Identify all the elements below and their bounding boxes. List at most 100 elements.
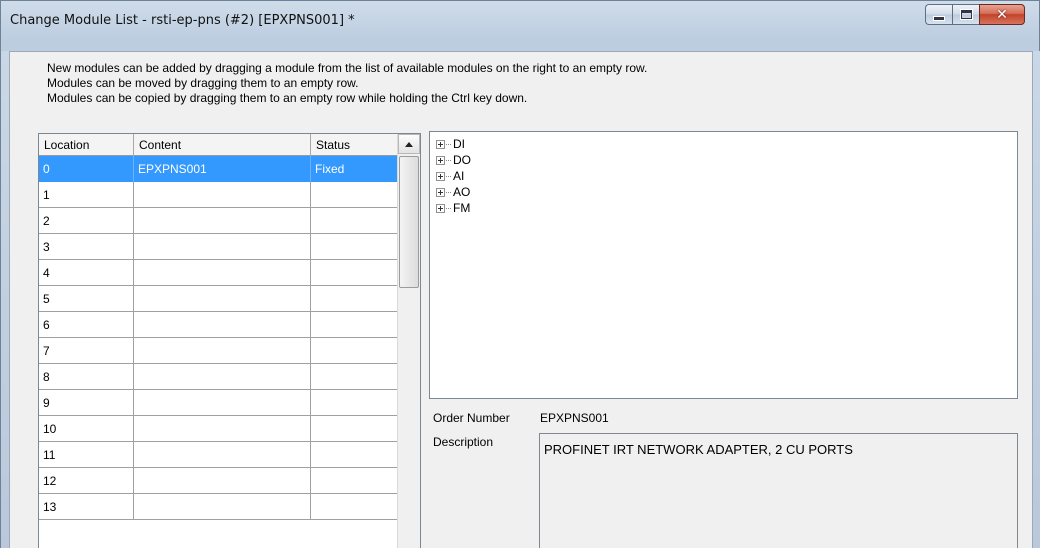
cell-location[interactable]: 11 <box>39 442 134 468</box>
cell-location[interactable]: 0 <box>39 156 134 182</box>
tree-node-label[interactable]: DI <box>453 137 465 151</box>
grid-vertical-scrollbar[interactable] <box>397 134 420 548</box>
minimize-icon <box>934 16 944 20</box>
window-border-right <box>1033 51 1040 548</box>
module-location-grid[interactable]: Location Content Status 0 EPXPNS001 Fixed 1… <box>38 133 421 548</box>
tree-connector <box>446 143 451 145</box>
close-button[interactable]: ✕ <box>979 4 1025 25</box>
cell-location[interactable]: 13 <box>39 494 134 520</box>
description-value: PROFINET IRT NETWORK ADAPTER, 2 CU PORTS <box>544 442 853 457</box>
tree-node[interactable]: DI <box>436 136 465 152</box>
cell-content[interactable] <box>134 234 311 260</box>
minimize-button[interactable] <box>925 4 952 25</box>
description-field[interactable]: PROFINET IRT NETWORK ADAPTER, 2 CU PORTS <box>539 433 1018 548</box>
table-row[interactable]: 2 <box>39 208 398 234</box>
cell-location[interactable]: 12 <box>39 468 134 494</box>
cell-content[interactable] <box>134 468 311 494</box>
cell-status[interactable] <box>311 468 398 494</box>
cell-location[interactable]: 4 <box>39 260 134 286</box>
window-title: Change Module List - rsti-ep-pns (#2) [E… <box>10 13 355 28</box>
available-modules-tree[interactable]: DI DO AI AO FM <box>429 131 1018 399</box>
cell-status[interactable] <box>311 312 398 338</box>
table-row[interactable]: 11 <box>39 442 398 468</box>
tree-connector <box>446 207 451 209</box>
table-row[interactable]: 12 <box>39 468 398 494</box>
tree-connector <box>446 191 451 193</box>
tree-node-label[interactable]: AO <box>453 185 470 199</box>
cell-content[interactable] <box>134 364 311 390</box>
cell-content[interactable]: EPXPNS001 <box>134 156 311 182</box>
tree-node[interactable]: DO <box>436 152 471 168</box>
caption-buttons: ✕ <box>925 4 1025 25</box>
table-row[interactable]: 10 <box>39 416 398 442</box>
cell-location[interactable]: 1 <box>39 182 134 208</box>
cell-status[interactable] <box>311 208 398 234</box>
expand-plus-icon[interactable] <box>436 171 445 181</box>
order-number-value: EPXPNS001 <box>540 411 609 425</box>
expand-plus-icon[interactable] <box>436 203 445 213</box>
tree-node-label[interactable]: AI <box>453 169 464 183</box>
scroll-up-button[interactable] <box>398 134 420 154</box>
tree-connector <box>446 175 451 177</box>
tree-node-label[interactable]: FM <box>453 201 470 215</box>
table-row[interactable]: 5 <box>39 286 398 312</box>
cell-location[interactable]: 6 <box>39 312 134 338</box>
instruction-line: Modules can be moved by dragging them to… <box>47 76 359 90</box>
cell-status[interactable] <box>311 260 398 286</box>
cell-content[interactable] <box>134 442 311 468</box>
cell-status[interactable] <box>311 338 398 364</box>
cell-location[interactable]: 5 <box>39 286 134 312</box>
cell-status[interactable]: Fixed <box>311 156 398 182</box>
tree-node[interactable]: AI <box>436 168 464 184</box>
tree-node[interactable]: FM <box>436 200 470 216</box>
description-label: Description <box>433 435 494 449</box>
table-row[interactable]: 3 <box>39 234 398 260</box>
cell-content[interactable] <box>134 312 311 338</box>
cell-content[interactable] <box>134 182 311 208</box>
cell-status[interactable] <box>311 364 398 390</box>
tree-connector <box>446 159 451 161</box>
table-row[interactable]: 13 <box>39 494 398 520</box>
maximize-button[interactable] <box>952 4 979 25</box>
table-row[interactable]: 7 <box>39 338 398 364</box>
cell-location[interactable]: 2 <box>39 208 134 234</box>
expand-plus-icon[interactable] <box>436 139 445 149</box>
cell-location[interactable]: 7 <box>39 338 134 364</box>
cell-content[interactable] <box>134 208 311 234</box>
column-header-status[interactable]: Status <box>311 134 398 156</box>
column-header-content[interactable]: Content <box>134 134 311 156</box>
instructions: New modules can be added by dragging a m… <box>47 61 647 106</box>
cell-location[interactable]: 10 <box>39 416 134 442</box>
cell-status[interactable] <box>311 182 398 208</box>
arrow-up-icon <box>405 141 413 147</box>
cell-status[interactable] <box>311 494 398 520</box>
cell-status[interactable] <box>311 390 398 416</box>
table-row[interactable]: 8 <box>39 364 398 390</box>
table-row[interactable]: 9 <box>39 390 398 416</box>
cell-status[interactable] <box>311 234 398 260</box>
cell-content[interactable] <box>134 338 311 364</box>
scrollbar-thumb[interactable] <box>399 156 419 288</box>
cell-status[interactable] <box>311 286 398 312</box>
cell-content[interactable] <box>134 260 311 286</box>
cell-content[interactable] <box>134 494 311 520</box>
cell-content[interactable] <box>134 390 311 416</box>
tree-node-label[interactable]: DO <box>453 153 471 167</box>
expand-plus-icon[interactable] <box>436 155 445 165</box>
title-bar[interactable]: Change Module List - rsti-ep-pns (#2) [E… <box>1 1 1040 51</box>
expand-plus-icon[interactable] <box>436 187 445 197</box>
cell-content[interactable] <box>134 286 311 312</box>
column-header-location[interactable]: Location <box>39 134 134 156</box>
table-row[interactable]: 1 <box>39 182 398 208</box>
cell-status[interactable] <box>311 416 398 442</box>
cell-location[interactable]: 3 <box>39 234 134 260</box>
cell-content[interactable] <box>134 416 311 442</box>
cell-location[interactable]: 9 <box>39 390 134 416</box>
cell-location[interactable]: 8 <box>39 364 134 390</box>
grid-rows: 0 EPXPNS001 Fixed 1 2 3 4 5 6 7 8 9 10 11 12 13 <box>39 156 398 520</box>
tree-node[interactable]: AO <box>436 184 470 200</box>
table-row[interactable]: 4 <box>39 260 398 286</box>
table-row[interactable]: 6 <box>39 312 398 338</box>
cell-status[interactable] <box>311 442 398 468</box>
table-row[interactable]: 0 EPXPNS001 Fixed <box>39 156 398 182</box>
